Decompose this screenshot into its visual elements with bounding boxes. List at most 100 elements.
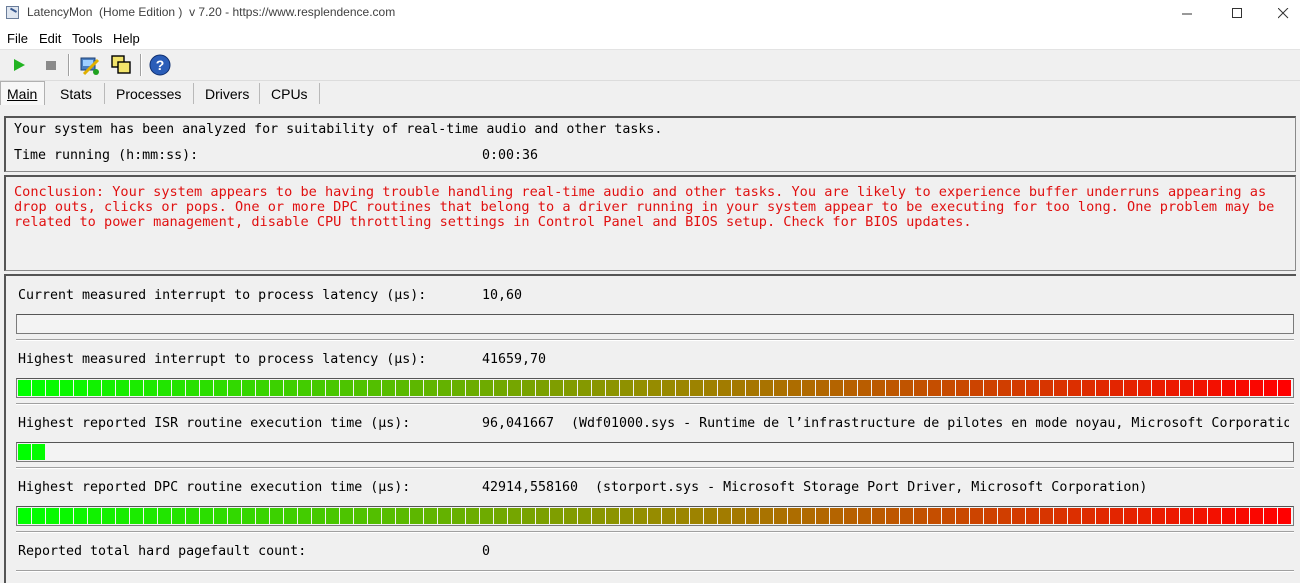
level-segment	[396, 380, 409, 396]
level-segment	[746, 508, 759, 524]
stop-button[interactable]	[39, 54, 63, 76]
level-segment	[1054, 508, 1067, 524]
level-segment	[1250, 508, 1263, 524]
level-segment	[648, 508, 661, 524]
start-button[interactable]	[7, 54, 31, 76]
level-segment	[396, 508, 409, 524]
stop-icon	[46, 61, 56, 70]
highest-latency-value: 41659,70	[482, 352, 547, 367]
level-segment	[858, 508, 871, 524]
menu-tools[interactable]: Tools	[72, 31, 102, 46]
windows-button[interactable]	[109, 54, 133, 76]
level-segment	[620, 508, 633, 524]
help-button[interactable]: ?	[148, 54, 172, 76]
level-segment	[466, 380, 479, 396]
summary-panel: Your system has been analyzed for suitab…	[4, 116, 1296, 172]
level-segment	[816, 380, 829, 396]
windows-icon	[111, 55, 131, 74]
metrics-panel: Current measured interrupt to process la…	[4, 274, 1296, 583]
level-segment	[144, 508, 157, 524]
tab-stats[interactable]: Stats	[49, 83, 105, 104]
level-segment	[1054, 380, 1067, 396]
level-segment	[1110, 508, 1123, 524]
menu-help[interactable]: Help	[113, 31, 140, 46]
window-title: LatencyMon (Home Edition ) v 7.20 - http…	[27, 5, 396, 19]
level-segment	[368, 380, 381, 396]
menu-edit[interactable]: Edit	[39, 31, 61, 46]
level-segment	[172, 380, 185, 396]
level-segment	[368, 508, 381, 524]
pagefault-value: 0	[482, 544, 491, 559]
level-segment	[116, 380, 129, 396]
level-segment	[1096, 380, 1109, 396]
level-segment	[536, 380, 549, 396]
tab-main[interactable]: Main	[0, 81, 45, 105]
app-icon	[6, 6, 19, 19]
level-segment	[858, 380, 871, 396]
level-segment	[18, 508, 31, 524]
level-segment	[928, 508, 941, 524]
level-segment	[298, 508, 311, 524]
level-segments	[18, 380, 1291, 396]
level-segment	[732, 380, 745, 396]
minimize-icon	[1181, 13, 1192, 14]
maximize-button[interactable]	[1214, 0, 1260, 26]
tab-drivers[interactable]: Drivers	[199, 83, 260, 104]
level-segment	[718, 508, 731, 524]
level-segment	[284, 380, 297, 396]
level-segment	[270, 508, 283, 524]
tab-cpus[interactable]: CPUs	[265, 83, 320, 104]
level-segment	[466, 508, 479, 524]
level-segment	[340, 508, 353, 524]
level-segment	[102, 380, 115, 396]
level-segment	[46, 508, 59, 524]
level-segment	[844, 508, 857, 524]
level-segment	[1180, 508, 1193, 524]
level-segment	[550, 380, 563, 396]
level-segment	[326, 508, 339, 524]
level-segment	[354, 380, 367, 396]
level-segment	[1040, 508, 1053, 524]
level-segment	[242, 380, 255, 396]
current-latency-value: 10,60	[482, 288, 523, 303]
level-segment	[970, 508, 983, 524]
level-segment	[1152, 508, 1165, 524]
toolbar-separator	[68, 54, 70, 76]
level-segment	[480, 508, 493, 524]
level-segment	[1166, 508, 1179, 524]
level-segment	[914, 380, 927, 396]
level-segment	[410, 380, 423, 396]
time-running-label: Time running (h:mm:ss):	[14, 148, 199, 163]
level-segment	[1208, 508, 1221, 524]
level-segment	[186, 380, 199, 396]
level-segment	[606, 508, 619, 524]
level-segment	[522, 508, 535, 524]
menu-file[interactable]: File	[7, 31, 28, 46]
level-segment	[508, 380, 521, 396]
level-segment	[984, 508, 997, 524]
level-segment	[1222, 380, 1235, 396]
toolbar-separator	[140, 54, 142, 76]
level-segment	[312, 508, 325, 524]
minimize-button[interactable]	[1164, 0, 1210, 26]
level-segment	[522, 380, 535, 396]
isr-value: 96,041667	[482, 416, 555, 431]
level-segment	[788, 380, 801, 396]
level-segment	[1264, 508, 1277, 524]
level-segment	[802, 508, 815, 524]
isr-bar-fill	[18, 444, 46, 460]
level-segment	[130, 380, 143, 396]
level-segment	[452, 380, 465, 396]
level-segment	[550, 508, 563, 524]
level-segment	[564, 380, 577, 396]
tab-processes[interactable]: Processes	[110, 83, 194, 104]
driver-tool-button[interactable]	[77, 54, 101, 76]
level-segment	[508, 508, 521, 524]
isr-bar	[16, 442, 1294, 462]
level-segment	[606, 380, 619, 396]
level-segment	[228, 380, 241, 396]
level-segment	[494, 380, 507, 396]
level-segment	[1026, 508, 1039, 524]
close-button[interactable]	[1260, 0, 1300, 26]
isr-detail: (Wdf01000.sys - Runtime de l’infrastruct…	[571, 416, 1289, 431]
